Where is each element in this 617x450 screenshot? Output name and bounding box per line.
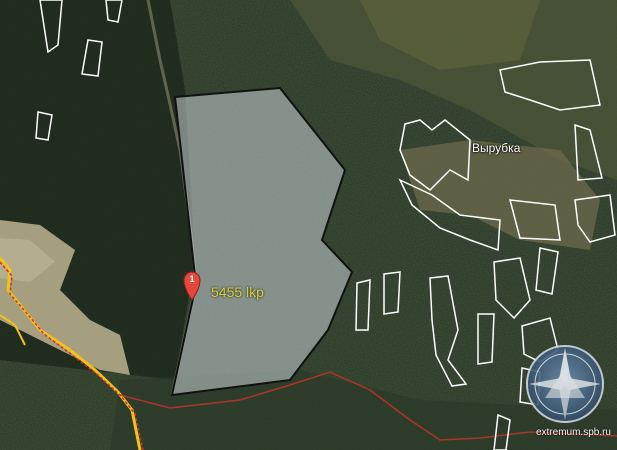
place-label: Вырубка [472, 141, 521, 155]
compass-emblem-icon [526, 345, 604, 423]
satellite-layer [0, 0, 617, 450]
area-label: 5455 lkp [211, 284, 264, 300]
marker-number: 1 [189, 274, 195, 284]
watermark-text: extremum.spb.ru [535, 427, 611, 438]
map-view[interactable]: Вырубка 5455 lkp 1 extremum.spb.ru [0, 0, 617, 450]
